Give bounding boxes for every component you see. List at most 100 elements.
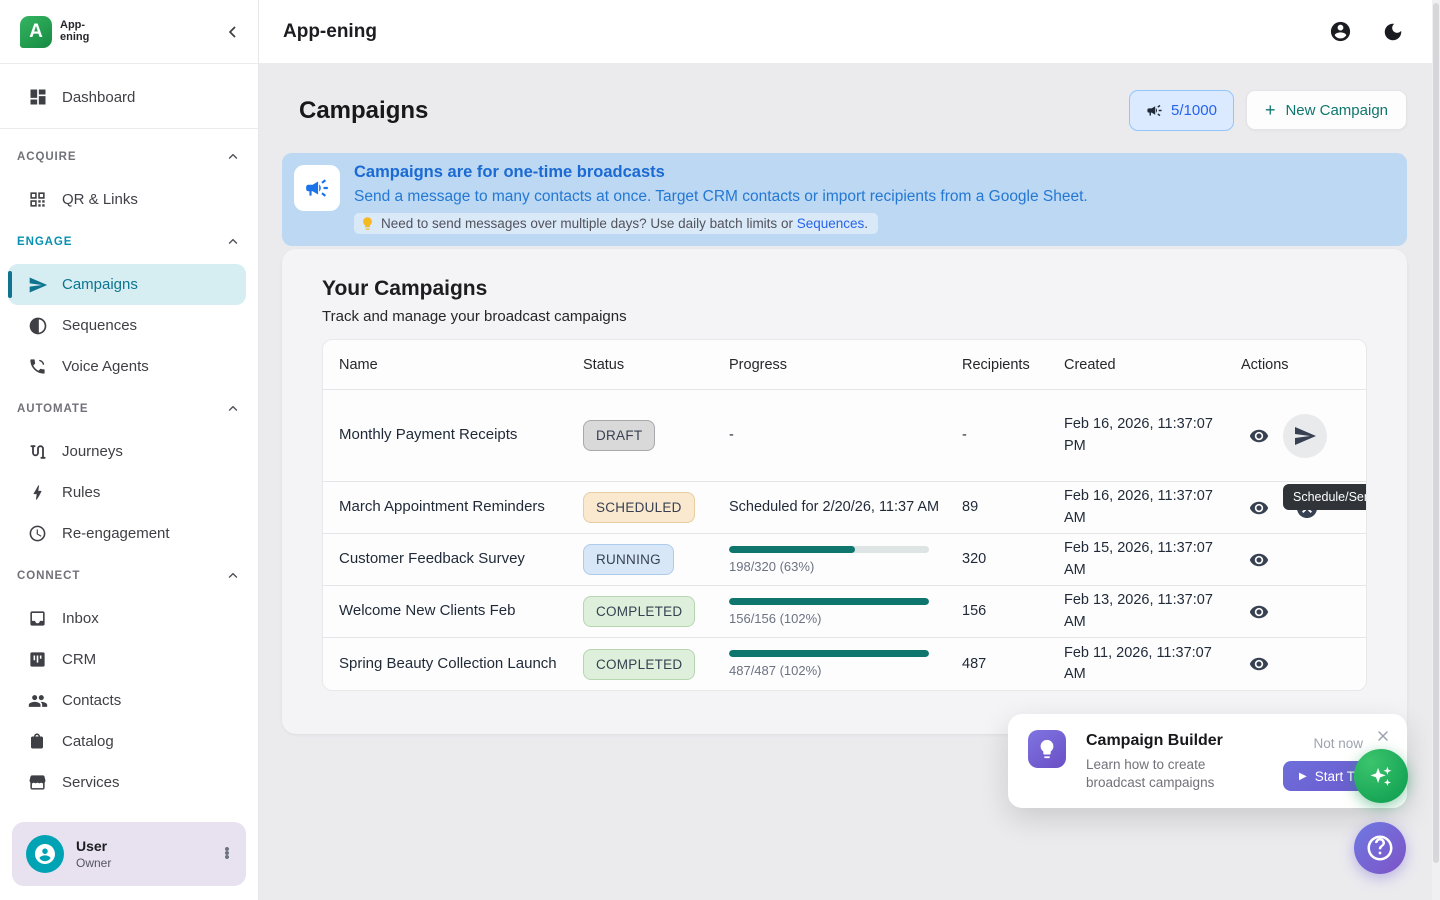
progress-cell: - [729, 425, 962, 445]
sparkles-icon [1367, 762, 1395, 790]
campaign-builder-toast: Campaign Builder Learn how to create bro… [1008, 714, 1407, 808]
campaign-name: Customer Feedback Survey [339, 549, 583, 569]
sidebar-item-contacts[interactable]: Contacts [0, 680, 258, 721]
created-cell: Feb 15, 2026, 11:37:07 AM [1064, 538, 1241, 580]
sidebar-item-dashboard[interactable]: Dashboard [0, 74, 258, 120]
schedule-send-tooltip: Schedule/Send [1283, 484, 1367, 510]
people-icon [28, 691, 48, 711]
header-title: App-ening [283, 21, 377, 43]
chevron-up-icon [226, 150, 240, 164]
section-connect[interactable]: CONNECT [0, 554, 258, 598]
new-campaign-button[interactable]: + New Campaign [1246, 90, 1407, 130]
dark-mode-icon[interactable] [1382, 21, 1404, 43]
app-window: A App-ening Dashboard ACQUIRE QR & [0, 0, 1440, 900]
sidebar-item-label: Journeys [62, 443, 123, 460]
main-area: App-ening Campaigns 5/1000 [259, 0, 1440, 900]
section-acquire[interactable]: ACQUIRE [0, 135, 258, 179]
actions-cell [1241, 602, 1366, 622]
phone-icon [28, 357, 48, 377]
kebab-menu-icon[interactable]: ••• [220, 848, 234, 860]
sidebar-item-label: Campaigns [62, 276, 138, 293]
status-badge: COMPLETED [583, 596, 695, 627]
sidebar-item-label: Contacts [62, 692, 121, 709]
app-logo: A [20, 16, 52, 48]
user-card[interactable]: User Owner ••• [12, 822, 246, 886]
route-icon [28, 442, 48, 462]
sidebar-item-rules[interactable]: Rules [0, 472, 258, 513]
created-cell: Feb 11, 2026, 11:37:07 AM [1064, 643, 1241, 685]
campaign-name: March Appointment Reminders [339, 497, 583, 517]
sidebar-item-label: Rules [62, 484, 100, 501]
campaign-usage-badge[interactable]: 5/1000 [1129, 90, 1234, 131]
campaigns-card: Your Campaigns Track and manage your bro… [282, 249, 1407, 734]
col-header-progress: Progress [729, 357, 962, 373]
sidebar-item-label: Sequences [62, 317, 137, 334]
plus-icon: + [1265, 100, 1276, 121]
sidebar-item-campaigns[interactable]: Campaigns [8, 264, 246, 305]
account-icon[interactable] [1329, 20, 1352, 43]
megaphone-icon [294, 165, 340, 211]
sidebar-logo-row: A App-ening [0, 0, 258, 64]
sidebar-item-label: Voice Agents [62, 358, 149, 375]
lightbulb-icon [360, 216, 375, 231]
scrollbar-thumb[interactable] [1433, 3, 1439, 863]
schedule-send-button[interactable] [1283, 414, 1327, 458]
sidebar-item-sequences[interactable]: Sequences [0, 305, 258, 346]
table-row: Spring Beauty Collection Launch COMPLETE… [323, 638, 1366, 690]
page-title: Campaigns [299, 97, 428, 125]
sidebar-item-catalog[interactable]: Catalog [0, 721, 258, 762]
toast-title: Campaign Builder [1086, 732, 1246, 750]
view-icon[interactable] [1249, 550, 1269, 570]
section-automate[interactable]: AUTOMATE [0, 387, 258, 431]
created-cell: Feb 16, 2026, 11:37:07 AM [1064, 486, 1241, 528]
banner-subtitle: Send a message to many contacts at once.… [354, 188, 1088, 206]
view-icon[interactable] [1249, 602, 1269, 622]
table-row: Customer Feedback Survey RUNNING 198/320… [323, 534, 1366, 586]
progress-label: 487/487 (102%) [729, 663, 948, 678]
section-engage[interactable]: ENGAGE [0, 220, 258, 264]
bolt-icon [28, 483, 48, 503]
send-icon [28, 275, 48, 295]
help-fab[interactable] [1354, 822, 1406, 874]
sequences-link[interactable]: Sequences [797, 216, 865, 231]
sidebar-item-journeys[interactable]: Journeys [0, 431, 258, 472]
chevron-up-icon [226, 402, 240, 416]
help-icon [1365, 833, 1395, 863]
view-icon[interactable] [1249, 498, 1269, 518]
recipients-cell: 89 [962, 497, 1064, 517]
campaign-name: Welcome New Clients Feb [339, 601, 583, 621]
sequence-icon [28, 316, 48, 336]
progress-label: 156/156 (102%) [729, 611, 948, 626]
sidebar-item-label: CRM [62, 651, 96, 668]
close-icon[interactable] [1375, 728, 1391, 744]
sidebar-item-re-engagement[interactable]: Re-engagement [0, 513, 258, 554]
bag-icon [28, 732, 48, 752]
view-icon[interactable] [1249, 654, 1269, 674]
actions-cell [1241, 654, 1366, 674]
sidebar-item-qr-links[interactable]: QR & Links [0, 179, 258, 220]
col-header-name: Name [339, 357, 583, 373]
ai-assistant-fab[interactable] [1354, 749, 1408, 803]
actions-cell: Schedule/Send [1241, 414, 1366, 458]
actions-cell [1241, 550, 1366, 570]
table-row: Welcome New Clients Feb COMPLETED 156/15… [323, 586, 1366, 638]
created-cell: Feb 13, 2026, 11:37:07 AM [1064, 590, 1241, 632]
recipients-cell: - [962, 425, 1064, 445]
sidebar-item-crm[interactable]: CRM [0, 639, 258, 680]
scrollbar-track [1432, 0, 1440, 900]
sidebar-item-voice-agents[interactable]: Voice Agents [0, 346, 258, 387]
campaigns-table: Name Status Progress Recipients Created … [322, 339, 1367, 691]
sidebar-item-label: Inbox [62, 610, 99, 627]
sidebar: A App-ening Dashboard ACQUIRE QR & [0, 0, 259, 900]
status-badge: RUNNING [583, 544, 674, 575]
table-row: March Appointment Reminders SCHEDULED Sc… [323, 482, 1366, 534]
info-banner: Campaigns are for one-time broadcasts Se… [282, 153, 1407, 246]
table-header-row: Name Status Progress Recipients Created … [323, 340, 1366, 390]
sidebar-item-label: QR & Links [62, 191, 138, 208]
user-role: Owner [76, 856, 111, 870]
sidebar-collapse-icon[interactable] [224, 23, 242, 41]
send-icon [1293, 424, 1317, 448]
sidebar-item-inbox[interactable]: Inbox [0, 598, 258, 639]
not-now-button[interactable]: Not now [1313, 736, 1363, 751]
view-icon[interactable] [1249, 426, 1269, 446]
